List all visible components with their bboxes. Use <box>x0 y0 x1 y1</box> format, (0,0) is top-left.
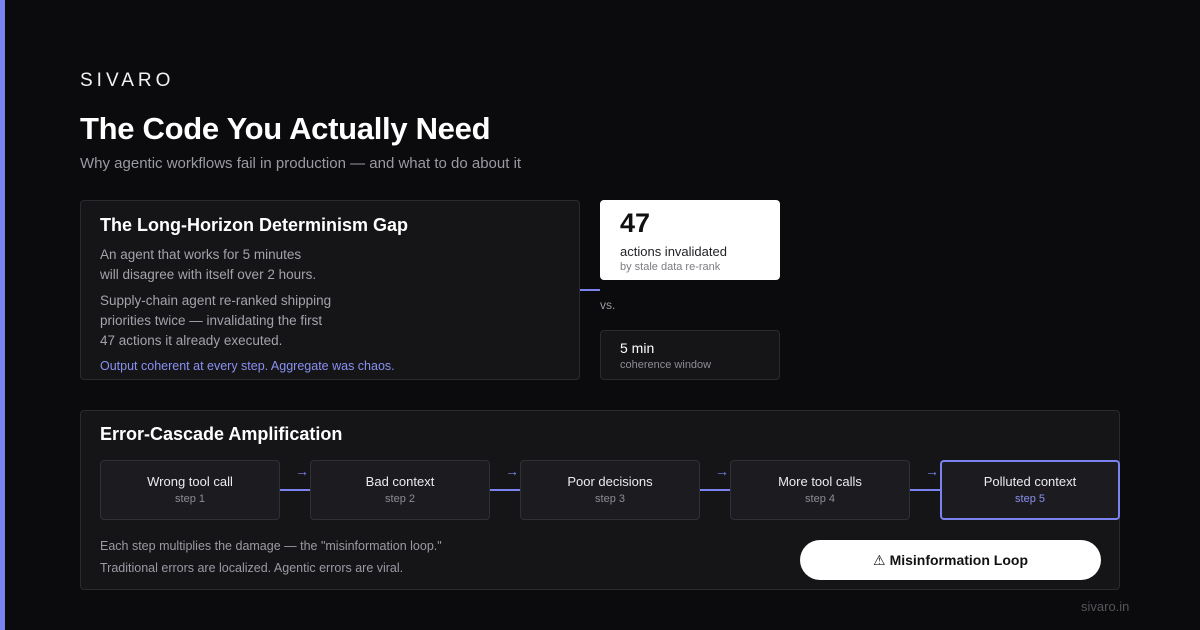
footer-url[interactable]: sivaro.in <box>1081 599 1129 614</box>
cascade-step-1: Wrong tool call step 1 <box>100 460 280 520</box>
page-title: The Code You Actually Need <box>80 111 491 146</box>
step-title: Wrong tool call <box>147 474 233 489</box>
coherence-window-value: 5 min <box>620 340 655 356</box>
stat-label: actions invalidated <box>620 244 727 259</box>
misinformation-loop-label: Misinformation Loop <box>889 552 1028 568</box>
cascade-step-3: Poor decisions step 3 <box>520 460 700 520</box>
vs-label: vs. <box>600 298 616 312</box>
step-connector <box>490 489 520 491</box>
step-title: Poor decisions <box>567 474 653 489</box>
coherence-window-label: coherence window <box>620 359 712 371</box>
step-title: More tool calls <box>778 474 862 489</box>
example-line-3: 47 actions it already executed. <box>100 333 283 348</box>
example-line-1: Supply-chain agent re-ranked shipping <box>100 293 332 308</box>
stat-value: 47 <box>620 208 651 238</box>
step-title: Polluted context <box>983 474 1077 489</box>
misinformation-loop-button[interactable]: ⚠ Misinformation Loop <box>800 540 1101 580</box>
cascade-note-1: Each step multiplies the damage — the "m… <box>100 539 442 553</box>
coherence-window-stat: 5 min coherence window <box>600 330 780 380</box>
cascade-step-4: More tool calls step 4 <box>730 460 910 520</box>
step-number: step 5 <box>1015 493 1045 505</box>
stat-sublabel: by stale data re-rank <box>620 261 721 273</box>
intro-line-2: will disagree with itself over 2 hours. <box>100 267 317 282</box>
step-number: step 4 <box>805 493 835 505</box>
page-subtitle: Why agentic workflows fail in production… <box>80 155 522 172</box>
intro-line-1: An agent that works for 5 minutes <box>100 247 302 262</box>
actions-invalidated-stat: 47 actions invalidated by stale data re-… <box>600 200 780 280</box>
error-cascade-title: Error-Cascade Amplification <box>100 424 343 444</box>
error-cascade-card: Error-Cascade Amplification Wrong tool c… <box>80 410 1120 590</box>
determinism-gap-card: The Long-Horizon Determinism Gap An agen… <box>80 200 580 380</box>
determinism-gap-intro: An agent that works for 5 minutes will d… <box>100 245 560 285</box>
accent-bar <box>0 0 5 630</box>
step-number: step 3 <box>595 493 625 505</box>
step-connector <box>910 489 940 491</box>
example-line-2: priorities twice — invalidating the firs… <box>100 313 323 328</box>
determinism-gap-takeaway: Output coherent at every step. Aggregate… <box>100 359 395 373</box>
cascade-note-2: Traditional errors are localized. Agenti… <box>100 561 404 575</box>
step-number: step 2 <box>385 493 415 505</box>
determinism-gap-example: Supply-chain agent re-ranked shipping pr… <box>100 291 560 351</box>
cascade-step-5: Polluted context step 5 <box>940 460 1120 520</box>
cascade-step-2: Bad context step 2 <box>310 460 490 520</box>
determinism-gap-title: The Long-Horizon Determinism Gap <box>100 215 409 235</box>
warning-icon: ⚠ <box>873 551 886 568</box>
brand-logo: SIVARO <box>80 70 175 91</box>
step-connector <box>700 489 730 491</box>
step-number: step 1 <box>175 493 205 505</box>
step-connector <box>280 489 310 491</box>
step-title: Bad context <box>365 474 435 489</box>
connector-line <box>580 289 600 291</box>
